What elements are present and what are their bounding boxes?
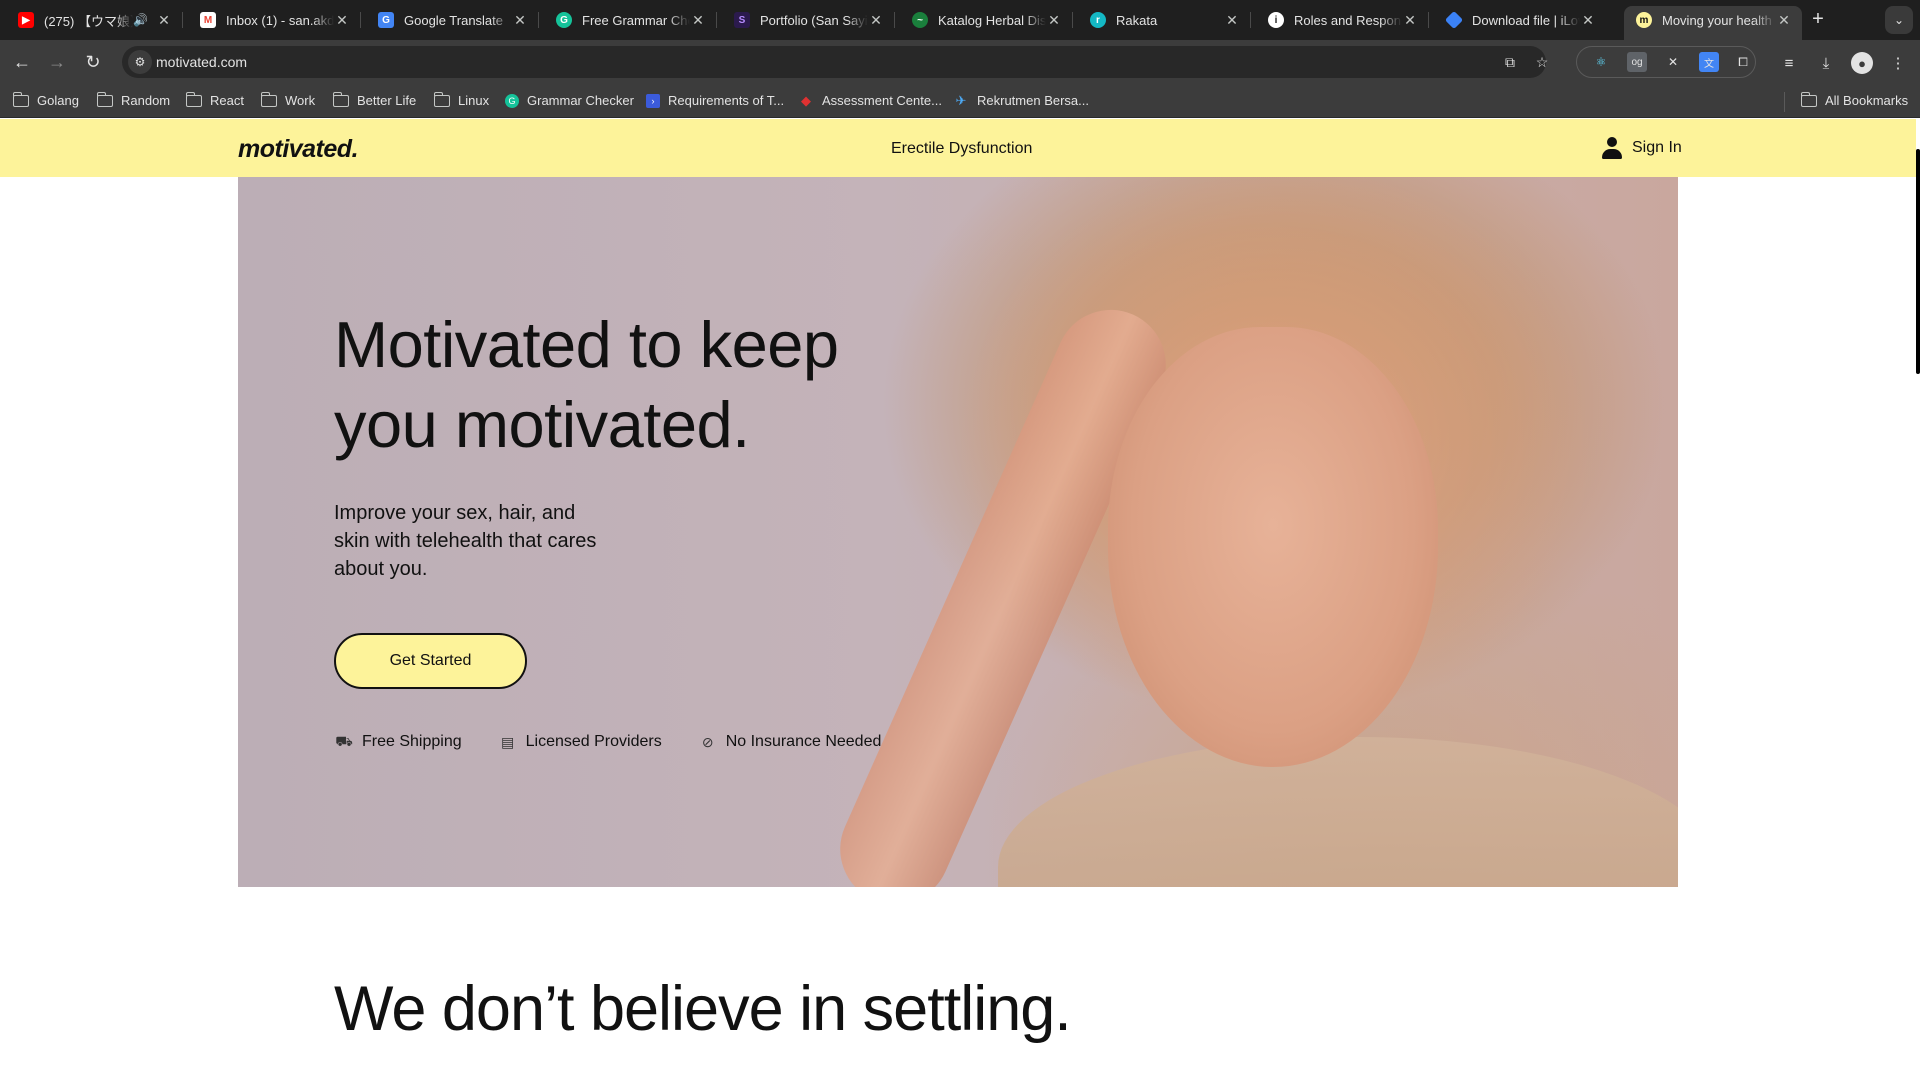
browser-tab[interactable]: i Roles and Responsibilities ✕	[1250, 6, 1429, 34]
info-icon: i	[1268, 12, 1284, 28]
perk-no-insurance: ⊘ No Insurance Needed	[698, 733, 882, 751]
close-tab-icon[interactable]: ✕	[156, 12, 172, 29]
bookmark-folder[interactable]: React	[185, 91, 244, 108]
grammar-icon: G	[556, 12, 572, 28]
hero-title: Motivated to keep you motivated.	[334, 308, 839, 461]
scrollbar[interactable]	[1916, 119, 1920, 1080]
tab-search-button[interactable]: ⌄	[1885, 6, 1913, 34]
person-icon	[1602, 137, 1622, 159]
close-tab-icon[interactable]: ✕	[1580, 12, 1596, 29]
browser-tab[interactable]: M Inbox (1) - san.akdam ✕	[182, 6, 361, 34]
close-tab-icon[interactable]: ✕	[1402, 12, 1418, 29]
close-tab-icon[interactable]: ✕	[868, 12, 884, 29]
folder-icon	[1800, 91, 1817, 108]
download-icon[interactable]: ⤓	[1815, 52, 1837, 74]
hero-perks: ⛟ Free Shipping ▤ Licensed Providers ⊘ N…	[334, 733, 917, 751]
og-extension-icon[interactable]: og	[1627, 52, 1647, 72]
new-tab-button[interactable]: +	[1807, 9, 1829, 31]
bookmark-link[interactable]: ◆ Assessment Cente...	[798, 92, 942, 109]
browser-tab[interactable]: ~ Katalog Herbal Distributor ✕	[894, 6, 1073, 34]
bookmark-link[interactable]: G Grammar Checker	[505, 93, 634, 108]
folder-icon	[332, 91, 349, 108]
folder-icon	[185, 91, 202, 108]
browser-tab-active[interactable]: m Moving your health ✕	[1624, 6, 1802, 40]
browser-tab[interactable]: ▶ (275) 【ウマ娘】 🔊 ✕	[0, 6, 183, 34]
address-bar[interactable]: ⚙ motivated.com ⧉ ☆	[122, 46, 1548, 78]
bookmark-star-icon[interactable]: ☆	[1532, 52, 1552, 72]
perk-licensed-providers: ▤ Licensed Providers	[498, 733, 662, 751]
folder-icon	[96, 91, 113, 108]
folder-icon	[260, 91, 277, 108]
bookmarks-bar: Golang Random React Work Better Life Lin…	[0, 84, 1920, 118]
youtube-icon: ▶	[18, 12, 34, 28]
site-header: motivated. Erectile Dysfunction Sign In	[0, 119, 1916, 177]
react-devtools-icon[interactable]: ⚛	[1591, 52, 1611, 72]
speaker-icon[interactable]: 🔊	[133, 13, 148, 27]
hero-section: Motivated to keep you motivated. Improve…	[238, 177, 1678, 887]
browser-tab[interactable]: r Rakata ✕	[1072, 6, 1251, 34]
site-logo[interactable]: motivated.	[238, 135, 359, 164]
close-tab-icon[interactable]: ✕	[512, 12, 528, 29]
all-bookmarks[interactable]: All Bookmarks	[1800, 91, 1908, 108]
page-viewport: motivated. Erectile Dysfunction Sign In …	[0, 119, 1920, 1080]
katalog-icon: ~	[912, 12, 928, 28]
grammar-icon: G	[505, 93, 519, 108]
bookmark-folder[interactable]: Better Life	[332, 91, 416, 108]
reading-list-icon[interactable]: ≡	[1778, 52, 1800, 74]
site-info-icon[interactable]: ⚙	[128, 50, 152, 74]
tab-strip: ▶ (275) 【ウマ娘】 🔊 ✕ M Inbox (1) - san.akda…	[0, 0, 1920, 40]
folder-icon	[433, 91, 450, 108]
browser-tab[interactable]: Download file | iLovePDF ✕	[1428, 6, 1606, 34]
bookmark-link[interactable]: ✈ Rekrutmen Bersa...	[953, 92, 1089, 109]
bookmark-folder[interactable]: Linux	[433, 91, 489, 108]
scrollbar-thumb[interactable]	[1916, 149, 1920, 374]
rekrutmen-icon: ✈	[955, 92, 967, 108]
extensions-puzzle-icon[interactable]: ⧠	[1733, 52, 1753, 72]
portfolio-icon: S	[734, 12, 750, 28]
profile-avatar-icon[interactable]: ●	[1851, 52, 1873, 74]
folder-icon	[12, 91, 29, 108]
motivated-icon: m	[1636, 12, 1652, 28]
perk-free-shipping: ⛟ Free Shipping	[335, 732, 462, 751]
reload-button[interactable]: ↻	[81, 50, 105, 74]
google-translate-icon: G	[378, 12, 394, 28]
browser-tab[interactable]: S Portfolio (San Sayidul) ✕	[716, 6, 895, 34]
bookmark-folder[interactable]: Work	[260, 91, 315, 108]
menu-kebab-icon[interactable]: ⋮	[1887, 52, 1909, 74]
translate-extension-icon[interactable]: 文	[1699, 52, 1719, 72]
browser-toolbar: ← → ↻ ⚙ motivated.com ⧉ ☆ ⚛ og ✕ 文 ⧠ ≡ ⤓…	[0, 40, 1920, 84]
section-title: We don’t believe in settling.	[334, 974, 1072, 1044]
hero-subtitle: Improve your sex, hair, and skin with te…	[334, 502, 597, 580]
close-tab-icon[interactable]: ✕	[334, 12, 350, 29]
close-tab-icon[interactable]: ✕	[1224, 12, 1240, 29]
browser-tab[interactable]: G Google Translate ✕	[360, 6, 539, 34]
close-tab-icon[interactable]: ✕	[690, 12, 706, 29]
close-tab-icon[interactable]: ✕	[1046, 12, 1062, 29]
forward-button[interactable]: →	[45, 50, 69, 74]
bookmark-folder[interactable]: Random	[96, 91, 170, 108]
gmail-icon: M	[200, 12, 216, 28]
bookmark-link[interactable]: › Requirements of T...	[646, 93, 784, 108]
sign-in-button[interactable]: Sign In	[1602, 137, 1682, 159]
url-text[interactable]: motivated.com	[156, 54, 247, 70]
browser-tab[interactable]: G Free Grammar Checker ✕	[538, 6, 717, 34]
assessment-icon: ◆	[801, 92, 811, 108]
id-card-icon: ▤	[501, 733, 515, 750]
rakata-icon: r	[1090, 12, 1106, 28]
extensions-group: ⚛ og ✕ 文 ⧠	[1576, 46, 1756, 78]
truck-icon: ⛟	[335, 732, 353, 749]
install-app-icon[interactable]: ⧉	[1500, 52, 1520, 72]
ilovepdf-icon	[1444, 10, 1464, 30]
bookmark-folder[interactable]: Golang	[12, 91, 79, 108]
x-extension-icon[interactable]: ✕	[1663, 52, 1683, 72]
back-button[interactable]: ←	[10, 50, 34, 74]
no-insurance-shield-icon: ⊘	[701, 733, 714, 750]
close-tab-icon[interactable]: ✕	[1776, 12, 1792, 29]
nav-link-erectile-dysfunction[interactable]: Erectile Dysfunction	[891, 140, 1032, 158]
get-started-button[interactable]: Get Started	[334, 633, 527, 689]
requirements-icon: ›	[646, 93, 660, 108]
